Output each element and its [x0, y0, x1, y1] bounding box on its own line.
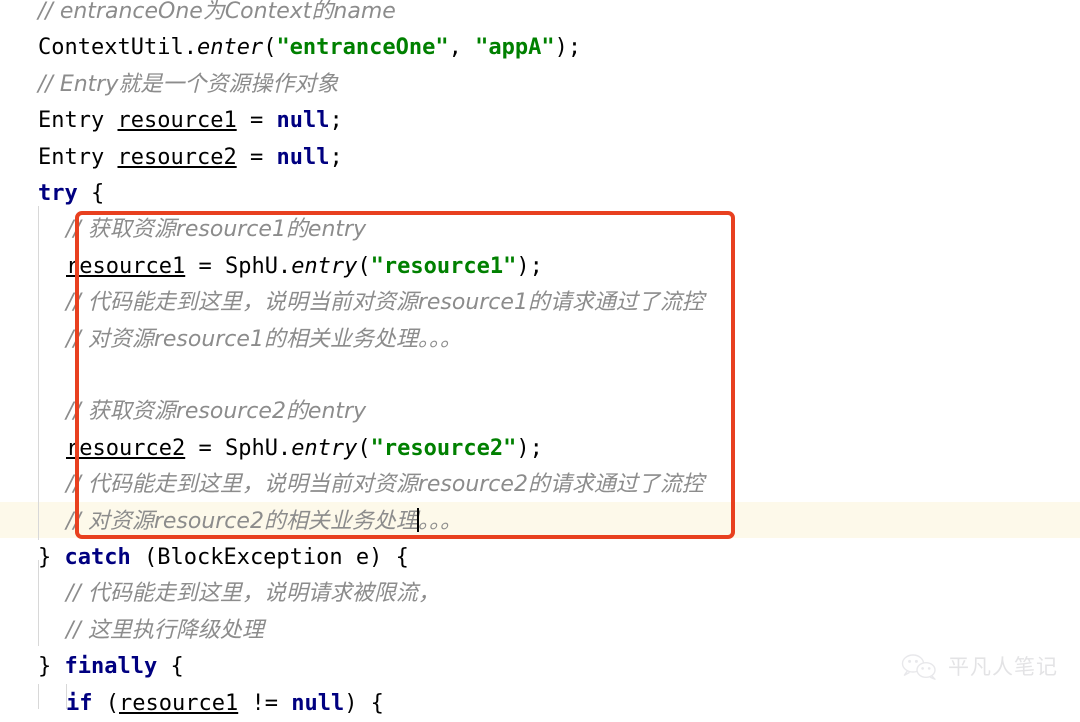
code-token-plain: =	[236, 144, 277, 170]
code-token-kw: try	[38, 181, 78, 206]
code-line[interactable]: Entry resource1 = null;	[0, 103, 1080, 139]
code-token-method: entry	[291, 435, 358, 461]
code-token-kw: if	[66, 690, 93, 716]
code-line[interactable]: // entranceOne为Context的name	[0, 0, 1080, 30]
code-line[interactable]: // 对资源resource2的相关业务处理。。。	[0, 504, 1080, 540]
code-token-kw: null	[276, 144, 330, 170]
code-editor-screenshot: // entranceOne为Context的name ContextUtil.e…	[0, 0, 1080, 716]
code-token-plain: = SphU.	[185, 253, 292, 279]
code-line[interactable]: // Entry就是一个资源操作对象	[0, 67, 1080, 103]
code-token-comment: // entranceOne为Context的name	[38, 0, 396, 24]
code-token-plain: (	[357, 253, 371, 279]
code-token-plain: ContextUtil.	[38, 35, 197, 61]
code-token-var: resource1	[119, 690, 239, 716]
code-token-comment: 。。。	[417, 508, 462, 534]
code-token-var: resource1	[117, 108, 237, 134]
code-token-kw: null	[291, 690, 345, 716]
code-line[interactable]: Entry resource2 = null;	[0, 140, 1080, 176]
code-token-plain: );	[516, 435, 543, 461]
code-token-plain: (	[263, 35, 277, 61]
code-token-plain: !=	[238, 690, 292, 716]
code-token-var: resource1	[66, 253, 186, 279]
code-line[interactable]: ContextUtil.enter("entranceOne", "appA")…	[0, 30, 1080, 66]
code-token-plain: );	[516, 253, 543, 279]
code-token-plain: ,	[448, 35, 476, 61]
code-line[interactable]: resource1 = SphU.entry("resource1");	[0, 249, 1080, 285]
code-token-comment: // 这里执行降级处理	[66, 617, 264, 643]
code-line[interactable]: // 获取资源resource1的entry	[0, 212, 1080, 248]
code-token-plain: (	[357, 435, 371, 461]
code-line[interactable]: if (resource1 != null) {	[0, 686, 1080, 722]
code-line[interactable]: // 代码能走到这里，说明当前对资源resource1的请求通过了流控	[0, 285, 1080, 321]
code-token-method: enter	[196, 35, 264, 61]
code-token-kw: null	[276, 108, 330, 134]
code-token-plain: =	[236, 108, 277, 134]
code-line[interactable]: resource2 = SphU.entry("resource2");	[0, 431, 1080, 467]
watermark: 平凡人笔记	[900, 651, 1058, 681]
code-token-plain: {	[77, 181, 105, 206]
code-token-var: resource2	[66, 435, 186, 461]
code-token-comment: // Entry就是一个资源操作对象	[38, 71, 339, 97]
code-token-plain: ;	[329, 108, 343, 134]
code-token-kw: finally	[64, 654, 158, 680]
code-line[interactable]: // 代码能走到这里，说明当前对资源resource2的请求通过了流控	[0, 467, 1080, 503]
code-line[interactable]: // 获取资源resource2的entry	[0, 394, 1080, 430]
code-line[interactable]: } catch (BlockException e) {	[0, 540, 1080, 576]
code-token-comment: // 代码能走到这里，说明当前对资源resource1的请求通过了流控	[66, 290, 704, 316]
code-token-plain: {	[157, 654, 184, 680]
code-line[interactable]: // 对资源resource1的相关业务处理。。。	[0, 322, 1080, 358]
code-token-str: "resource2"	[370, 435, 517, 461]
code-token-kw: catch	[64, 545, 131, 570]
code-line[interactable]: // 这里执行降级处理	[0, 613, 1080, 649]
code-token-str: "appA"	[475, 35, 555, 61]
code-token-plain: ;	[329, 144, 343, 170]
code-token-comment: // 代码能走到这里，说明请求被限流，	[66, 581, 440, 607]
watermark-text: 平凡人笔记	[948, 655, 1058, 679]
code-token-str: "entranceOne"	[276, 35, 449, 61]
code-token-plain: (BlockException e) {	[130, 545, 409, 570]
code-line[interactable]	[0, 358, 1080, 394]
code-token-plain: );	[554, 35, 582, 61]
code-line[interactable]: // 代码能走到这里，说明请求被限流，	[0, 576, 1080, 612]
code-token-method: entry	[291, 253, 358, 279]
code-token-str: "resource1"	[370, 253, 517, 279]
code-token-comment: // 代码能走到这里，说明当前对资源resource2的请求通过了流控	[66, 472, 704, 498]
code-token-type: Entry	[38, 144, 118, 170]
code-token-comment: // 获取资源resource2的entry	[66, 399, 367, 425]
code-token-plain: (	[92, 690, 119, 716]
code-line[interactable]: try {	[0, 176, 1080, 212]
wechat-icon	[900, 653, 940, 680]
code-token-var: resource2	[117, 144, 237, 170]
code-token-comment: // 对资源resource2的相关业务处理	[66, 508, 418, 534]
code-token-plain: }	[38, 654, 65, 680]
code-token-type: Entry	[38, 108, 118, 134]
code-token-plain: ) {	[344, 690, 384, 716]
code-token-plain: }	[38, 545, 65, 570]
code-token-comment: // 获取资源resource1的entry	[66, 217, 367, 243]
code-token-plain: = SphU.	[185, 435, 292, 461]
code-token-comment: // 对资源resource1的相关业务处理。。。	[66, 326, 462, 352]
